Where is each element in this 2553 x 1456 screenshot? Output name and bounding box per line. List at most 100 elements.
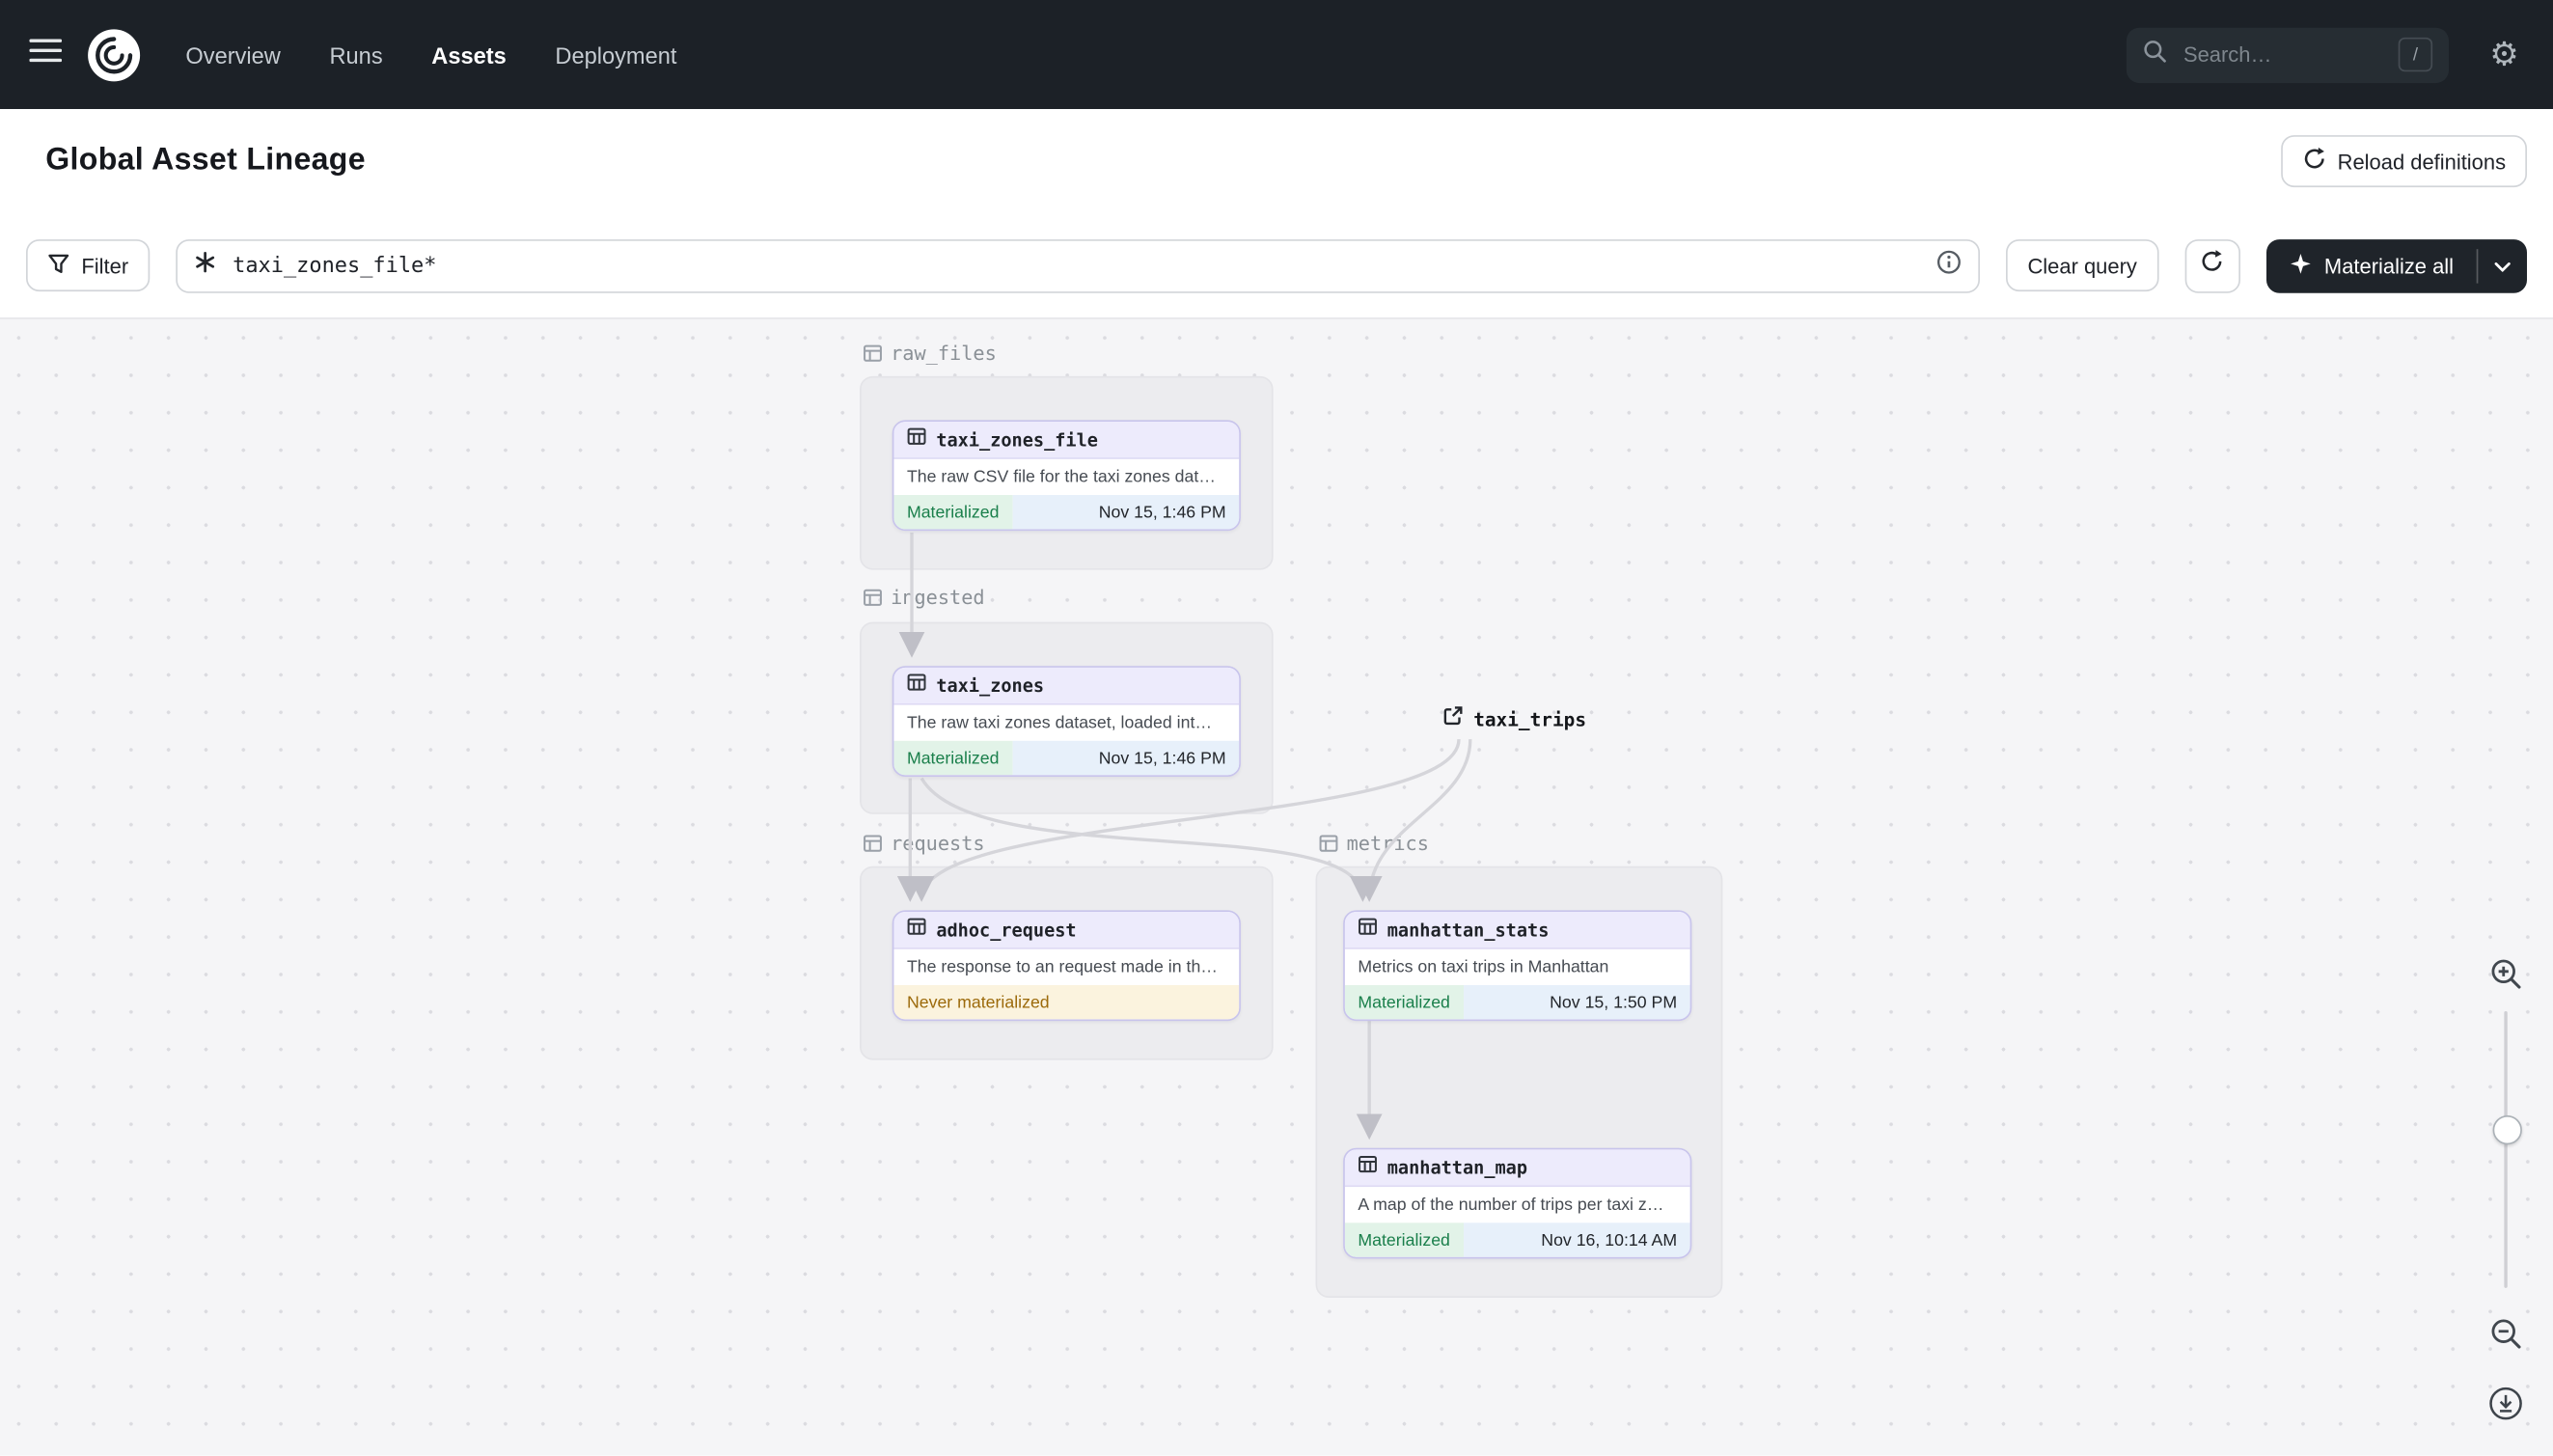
asset-node-header: manhattan_stats [1344,912,1690,949]
search-icon [2143,39,2167,71]
asset-node-header: taxi_zones_file [893,422,1240,459]
asset-node-taxi-zones[interactable]: taxi_zones The raw taxi zones dataset, l… [892,666,1241,777]
group-name: metrics [1346,832,1429,855]
slash-shortcut-badge: / [2398,37,2433,72]
asset-node-footer: Never materialized [893,984,1240,1020]
search-input[interactable] [2180,41,2386,69]
lineage-edges [896,532,1472,1140]
table-icon [1358,915,1377,944]
status-badge: Materialized [893,495,1012,530]
info-icon[interactable] [1936,248,1963,282]
refresh-icon [2302,147,2326,176]
download-image-button[interactable] [2486,1385,2526,1429]
refresh-lineage-button[interactable] [2183,238,2240,292]
materialization-timestamp: Nov 16, 10:14 AM [1463,1222,1690,1257]
chevron-down-icon [2494,251,2511,280]
asset-node-manhattan-map[interactable]: manhattan_map A map of the number of tri… [1343,1147,1692,1259]
top-navigation-bar: Overview Runs Assets Deployment / ⚙ [0,0,2553,110]
zoom-slider-track[interactable] [2504,1010,2508,1288]
materialize-split-button: Materialize all [2265,238,2527,292]
filter-label: Filter [81,253,129,278]
asset-description: Metrics on taxi trips in Manhattan [1344,948,1690,985]
dagster-app: Overview Runs Assets Deployment / ⚙ Glob… [0,0,2553,1456]
asset-node-manhattan-stats[interactable]: manhattan_stats Metrics on taxi trips in… [1343,910,1692,1022]
gear-icon: ⚙ [2489,37,2519,73]
asset-node-footer: Materialized Nov 15, 1:46 PM [893,495,1240,530]
refresh-icon [2200,249,2224,282]
lineage-canvas[interactable]: raw_files ingested requests metrics taxi… [0,317,2553,1456]
asset-description: A map of the number of trips per taxi z… [1344,1187,1690,1223]
asset-name: manhattan_map [1386,1156,1528,1178]
group-name: raw_files [891,342,997,365]
asset-name: taxi_zones [936,674,1045,697]
dagster-logo-icon [85,25,144,84]
group-label-raw-files: raw_files [863,342,997,365]
asset-description: The raw CSV file for the taxi zones dat… [893,458,1240,495]
group-label-metrics: metrics [1319,832,1429,855]
asset-node-footer: Materialized Nov 15, 1:50 PM [1344,984,1690,1020]
external-asset-taxi-trips[interactable]: taxi_trips [1442,705,1586,734]
external-asset-name: taxi_trips [1473,708,1587,731]
clear-query-button[interactable]: Clear query [2006,239,2158,292]
status-badge: Materialized [1344,984,1464,1020]
reload-definitions-button[interactable]: Reload definitions [2280,135,2527,188]
zoom-in-button[interactable] [2486,957,2526,997]
asset-node-header: taxi_zones [893,667,1240,705]
zoom-slider-handle[interactable] [2492,1114,2522,1145]
reload-definitions-label: Reload definitions [2337,149,2507,174]
op-selector-icon [194,250,217,281]
settings-button[interactable]: ⚙ [2482,32,2527,77]
asset-node-adhoc-request[interactable]: adhoc_request The response to an request… [892,910,1241,1022]
materialize-options-toggle[interactable] [2478,238,2527,292]
group-name: requests [891,832,985,855]
group-label-ingested: ingested [863,586,985,610]
group-icon [863,343,882,363]
group-icon [863,588,882,607]
primary-nav: Overview Runs Assets Deployment [185,41,676,68]
materialization-timestamp: Nov 15, 1:46 PM [1011,495,1240,530]
table-icon [907,915,926,944]
clear-query-label: Clear query [2027,253,2137,278]
page-title: Global Asset Lineage [45,143,366,178]
nav-item-runs[interactable]: Runs [329,41,382,68]
asset-selection-input[interactable] [229,251,1924,280]
hamburger-icon [29,38,63,71]
group-label-requests: requests [863,832,985,855]
group-icon [1319,834,1338,853]
nav-item-deployment[interactable]: Deployment [555,41,676,68]
page-header: Global Asset Lineage Reload definitions [0,109,2553,214]
asset-node-taxi-zones-file[interactable]: taxi_zones_file The raw CSV file for the… [892,420,1241,532]
asset-name: taxi_zones_file [936,428,1098,451]
asset-description: The response to an request made in th… [893,948,1240,985]
table-icon [1358,1153,1377,1182]
materialize-all-label: Materialize all [2323,253,2455,278]
table-icon [907,425,926,453]
asset-node-header: adhoc_request [893,912,1240,949]
download-icon [2488,1385,2524,1429]
nav-item-overview[interactable]: Overview [185,41,280,68]
status-badge: Materialized [1344,1222,1464,1257]
zoom-in-icon [2488,955,2524,1000]
table-icon [907,671,926,700]
external-link-icon [1442,705,1464,734]
hamburger-menu-button[interactable] [26,35,66,74]
group-name: ingested [891,586,985,610]
asset-node-header: manhattan_map [1344,1149,1690,1188]
asset-node-footer: Materialized Nov 16, 10:14 AM [1344,1222,1690,1257]
status-badge: Never materialized [893,984,1240,1020]
funnel-icon [47,252,70,280]
asset-description: The raw taxi zones dataset, loaded int… [893,704,1240,741]
asset-selection-field [176,238,1981,292]
zoom-out-button[interactable] [2486,1317,2526,1357]
asset-name: adhoc_request [936,919,1077,941]
filter-button[interactable]: Filter [26,239,151,292]
nav-item-assets[interactable]: Assets [431,41,506,68]
asset-node-footer: Materialized Nov 15, 1:46 PM [893,740,1240,776]
materialize-all-button[interactable]: Materialize all [2265,238,2477,292]
lineage-toolbar: Filter Clear query Materialize [0,213,2553,318]
materialization-timestamp: Nov 15, 1:46 PM [1011,740,1240,776]
materialization-timestamp: Nov 15, 1:50 PM [1463,984,1690,1020]
status-badge: Materialized [893,740,1012,776]
sparkle-icon [2289,252,2312,280]
zoom-out-icon [2488,1315,2524,1360]
